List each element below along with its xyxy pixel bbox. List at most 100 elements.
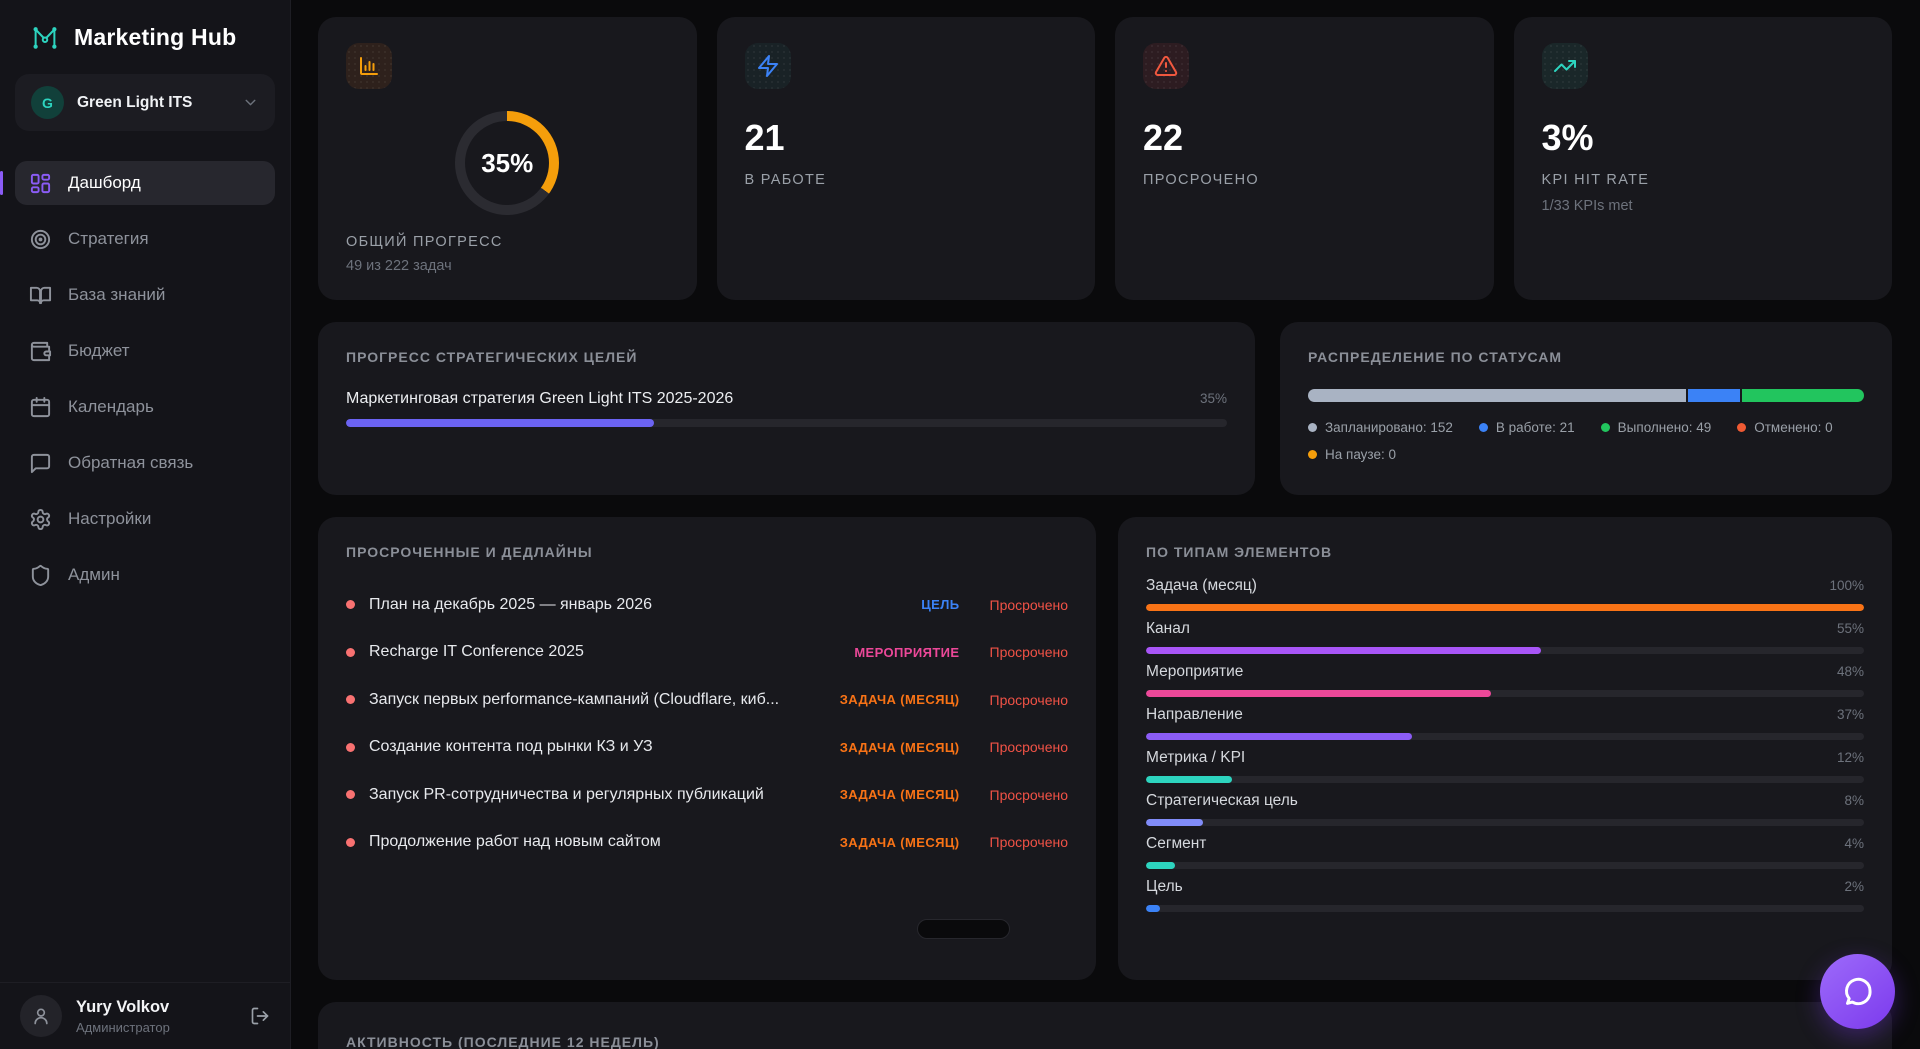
goal-progress-track	[346, 419, 1227, 427]
calendar-icon	[29, 396, 52, 419]
overdue-status: Просрочено	[990, 787, 1069, 803]
wallet-icon	[29, 340, 52, 363]
panel-title: АКТИВНОСТЬ (ПОСЛЕДНИЕ 12 НЕДЕЛЬ)	[346, 1034, 1864, 1049]
type-name: Сегмент	[1146, 835, 1206, 853]
sidebar-item-settings[interactable]: Настройки	[15, 497, 275, 541]
strategic-goals-list: Маркетинговая стратегия Green Light ITS …	[346, 390, 1227, 427]
status-distribution-panel: РАСПРЕДЕЛЕНИЕ ПО СТАТУСАМ Запланировано:…	[1280, 322, 1892, 495]
type-bar-fill	[1146, 862, 1175, 869]
overdue-status: Просрочено	[990, 739, 1069, 755]
overdue-dot	[346, 838, 355, 847]
type-item: Метрика / KPI 12%	[1146, 749, 1864, 783]
trending-up-icon	[1542, 43, 1588, 89]
stat-card-overall-progress: 35% ОБЩИЙ ПРОГРЕСС 49 из 222 задач	[318, 17, 697, 300]
type-bar-track	[1146, 647, 1864, 654]
sidebar-item-strategy[interactable]: Стратегия	[15, 217, 275, 261]
progress-ring: 35%	[455, 111, 559, 215]
sidebar-item-label: Календарь	[68, 397, 154, 417]
sidebar-item-label: Админ	[68, 565, 120, 585]
overdue-panel: ПРОСРОЧЕННЫЕ И ДЕДЛАЙНЫ План на декабрь …	[318, 517, 1096, 980]
overdue-status: Просрочено	[990, 834, 1069, 850]
goal-progress-fill	[346, 419, 654, 427]
status-segment	[1688, 389, 1740, 402]
overdue-item[interactable]: План на декабрь 2025 — январь 2026ЦЕЛЬПр…	[346, 581, 1068, 629]
sidebar-item-knowledge-base[interactable]: База знаний	[15, 273, 275, 317]
sidebar-item-budget[interactable]: Бюджет	[15, 329, 275, 373]
user-name: Yury Volkov	[76, 998, 170, 1017]
bar-chart-icon	[346, 43, 392, 89]
stats-row: 35% ОБЩИЙ ПРОГРЕСС 49 из 222 задач 21 В …	[318, 17, 1892, 300]
overdue-name: План на декабрь 2025 — январь 2026	[369, 596, 895, 614]
type-percent: 4%	[1844, 836, 1864, 851]
stat-label: ПРОСРОЧЕНО	[1143, 172, 1466, 188]
gear-icon	[29, 508, 52, 531]
overdue-item[interactable]: Запуск PR-сотрудничества и регулярных пу…	[346, 771, 1068, 819]
type-item: Задача (месяц) 100%	[1146, 577, 1864, 611]
legend-label: На паузе: 0	[1325, 447, 1396, 462]
overdue-name: Recharge IT Conference 2025	[369, 643, 828, 661]
user-role: Администратор	[76, 1020, 170, 1035]
type-bar-track	[1146, 604, 1864, 611]
org-avatar: G	[31, 86, 64, 119]
org-selector[interactable]: G Green Light ITS	[15, 74, 275, 131]
sidebar-item-calendar[interactable]: Календарь	[15, 385, 275, 429]
zap-icon	[745, 43, 791, 89]
legend-dot	[1479, 423, 1488, 432]
type-bar-track	[1146, 733, 1864, 740]
stat-label: В РАБОТЕ	[745, 172, 1068, 188]
panel-title: РАСПРЕДЕЛЕНИЕ ПО СТАТУСАМ	[1308, 349, 1864, 365]
logout-icon[interactable]	[250, 1006, 270, 1026]
row-two: ПРОГРЕСС СТРАТЕГИЧЕСКИХ ЦЕЛЕЙ Маркетинго…	[318, 322, 1892, 495]
type-bar-track	[1146, 690, 1864, 697]
sidebar-item-label: Стратегия	[68, 229, 149, 249]
overdue-dot	[346, 743, 355, 752]
overdue-item[interactable]: Продолжение работ над новым сайтом ЗАДАЧА…	[346, 819, 1068, 867]
overdue-name: Запуск первых performance-кампаний (Clou…	[369, 691, 814, 709]
panel-title: ПРОСРОЧЕННЫЕ И ДЕДЛАЙНЫ	[346, 544, 1068, 560]
sidebar-item-dashboard[interactable]: Дашборд	[15, 161, 275, 205]
type-bar-track	[1146, 776, 1864, 783]
activity-panel: АКТИВНОСТЬ (ПОСЛЕДНИЕ 12 НЕДЕЛЬ)	[318, 1002, 1892, 1049]
types-panel: ПО ТИПАМ ЭЛЕМЕНТОВ Задача (месяц) 100% К…	[1118, 517, 1892, 980]
status-stacked-bar	[1308, 389, 1864, 402]
type-name: Задача (месяц)	[1146, 577, 1257, 595]
sidebar-item-label: Настройки	[68, 509, 151, 529]
stat-card-kpi: 3% KPI HIT RATE 1/33 KPIs met	[1514, 17, 1893, 300]
overdue-item[interactable]: Создание контента под рынки КЗ и УЗЗАДАЧ…	[346, 724, 1068, 772]
type-percent: 100%	[1829, 578, 1864, 593]
main-content: 35% ОБЩИЙ ПРОГРЕСС 49 из 222 задач 21 В …	[291, 0, 1920, 1049]
sidebar-item-admin[interactable]: Админ	[15, 553, 275, 597]
overdue-dot	[346, 600, 355, 609]
stat-sub: 49 из 222 задач	[346, 258, 669, 274]
overdue-dot	[346, 695, 355, 704]
chat-fab-button[interactable]	[1820, 954, 1895, 1029]
stat-value: 3%	[1542, 117, 1865, 159]
sidebar-item-feedback[interactable]: Обратная связь	[15, 441, 275, 485]
type-name: Стратегическая цель	[1146, 792, 1298, 810]
legend-item: В работе: 21	[1479, 420, 1575, 435]
type-name: Цель	[1146, 878, 1183, 896]
book-icon	[29, 284, 52, 307]
legend-item: На паузе: 0	[1308, 447, 1396, 462]
row-three: ПРОСРОЧЕННЫЕ И ДЕДЛАЙНЫ План на декабрь …	[318, 517, 1892, 980]
overdue-type-tag: ЗАДАЧА (МЕСЯЦ)	[840, 835, 960, 850]
sidebar-item-label: Обратная связь	[68, 453, 193, 473]
overdue-type-tag: ЗАДАЧА (МЕСЯЦ)	[840, 787, 960, 802]
dashboard-icon	[29, 172, 52, 195]
legend-label: В работе: 21	[1496, 420, 1575, 435]
legend-label: Запланировано: 152	[1325, 420, 1453, 435]
type-percent: 8%	[1844, 793, 1864, 808]
overdue-item[interactable]: Запуск первых performance-кампаний (Clou…	[346, 676, 1068, 724]
overdue-status: Просрочено	[990, 597, 1069, 613]
type-bar-track	[1146, 862, 1864, 869]
types-list: Задача (месяц) 100% Канал 55% Мероприяти…	[1146, 577, 1864, 912]
alert-triangle-icon	[1143, 43, 1189, 89]
overdue-type-tag: МЕРОПРИЯТИЕ	[854, 645, 959, 660]
avatar	[20, 995, 62, 1037]
scrollbar-thumb[interactable]	[917, 919, 1010, 939]
overdue-name: Продолжение работ над новым сайтом	[369, 833, 814, 851]
legend-item: Выполнено: 49	[1601, 420, 1712, 435]
overdue-type-tag: ЗАДАЧА (МЕСЯЦ)	[840, 692, 960, 707]
type-bar-fill	[1146, 647, 1541, 654]
overdue-item[interactable]: Recharge IT Conference 2025МЕРОПРИЯТИЕПр…	[346, 629, 1068, 677]
